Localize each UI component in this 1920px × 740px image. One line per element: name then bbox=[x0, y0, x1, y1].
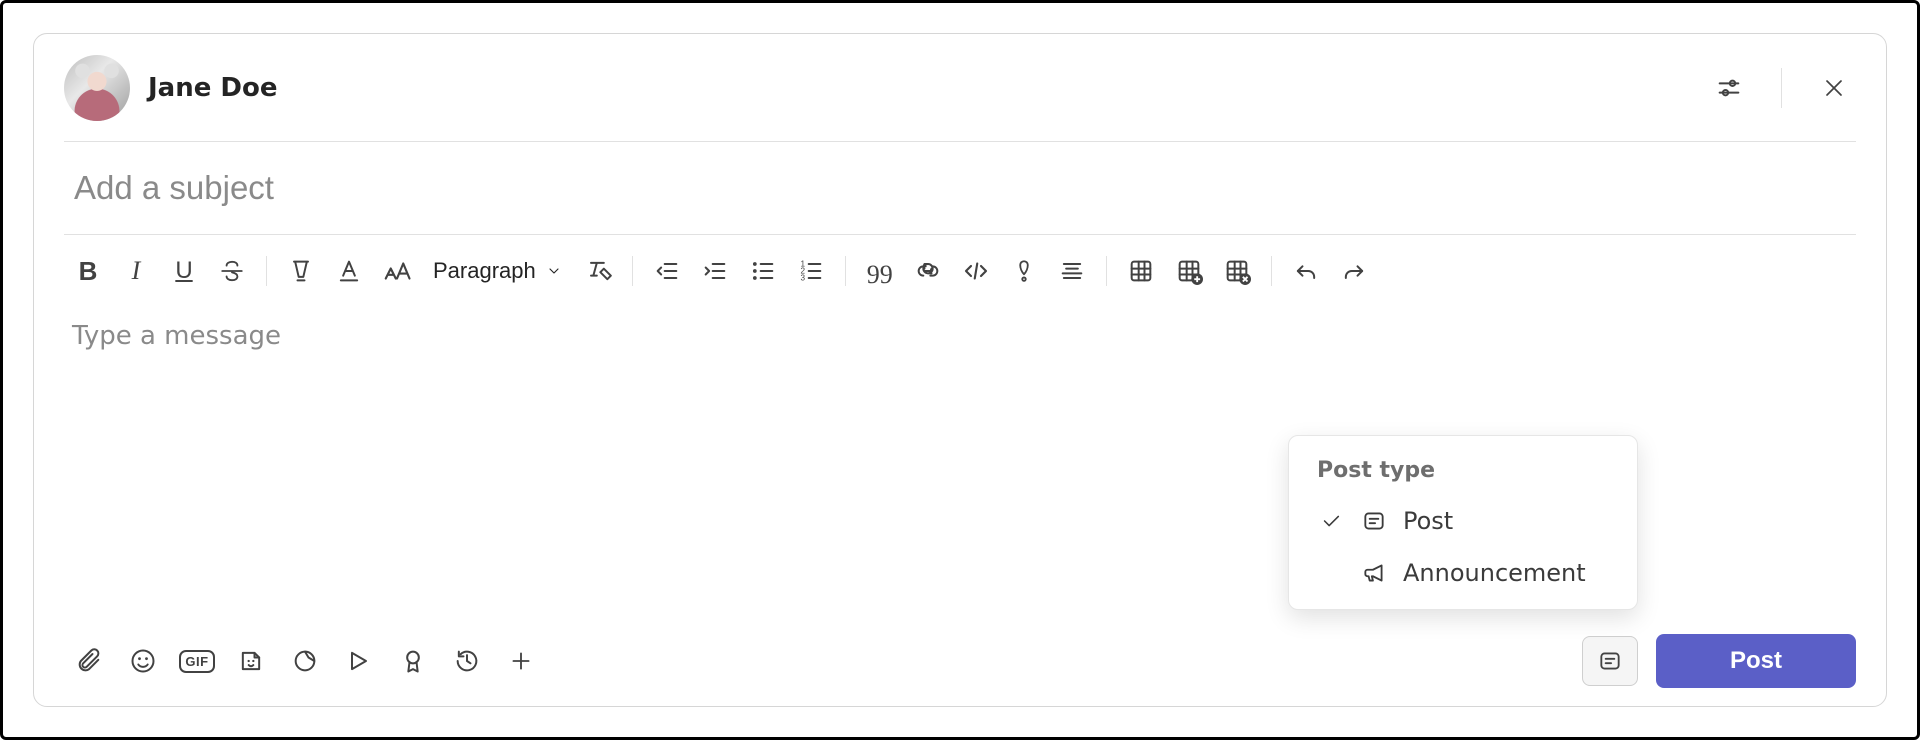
more-actions-button[interactable] bbox=[496, 639, 546, 683]
undo-icon bbox=[1292, 257, 1320, 285]
subject-row bbox=[64, 142, 1856, 235]
post-type-menu: Post type Post Announcement bbox=[1288, 435, 1638, 610]
code-button[interactable] bbox=[952, 249, 1000, 293]
clear-formatting-icon bbox=[584, 257, 612, 285]
check-icon bbox=[1317, 510, 1345, 532]
gif-icon: GIF bbox=[179, 650, 214, 673]
post-type-option-announcement[interactable]: Announcement bbox=[1297, 547, 1629, 599]
horizontal-rule-button[interactable] bbox=[1048, 249, 1096, 293]
megaphone-icon bbox=[1361, 560, 1387, 586]
composer-options-button[interactable] bbox=[1707, 66, 1751, 110]
message-composer: Jane Doe bbox=[33, 33, 1887, 707]
italic-icon: I bbox=[132, 256, 141, 286]
increase-indent-button[interactable] bbox=[691, 249, 739, 293]
post-button[interactable]: Post bbox=[1656, 634, 1856, 688]
underline-button[interactable]: U bbox=[160, 249, 208, 293]
header-separator bbox=[1781, 68, 1782, 108]
table-add-button[interactable] bbox=[1165, 249, 1213, 293]
outdent-icon bbox=[653, 257, 681, 285]
close-button[interactable] bbox=[1812, 66, 1856, 110]
badge-icon bbox=[399, 647, 427, 675]
table-icon bbox=[1127, 257, 1155, 285]
paragraph-style-button[interactable]: Paragraph bbox=[421, 249, 574, 293]
composer-footer: GIF bbox=[64, 626, 1856, 706]
clear-formatting-button[interactable] bbox=[574, 249, 622, 293]
emoji-icon bbox=[129, 647, 157, 675]
table-delete-button[interactable] bbox=[1213, 249, 1261, 293]
strikethrough-button[interactable] bbox=[208, 249, 256, 293]
sticker-icon bbox=[237, 647, 265, 675]
message-placeholder: Type a message bbox=[72, 321, 281, 351]
bold-button[interactable]: B bbox=[64, 249, 112, 293]
quote-icon: 99 bbox=[867, 260, 893, 290]
composer-header: Jane Doe bbox=[64, 34, 1856, 142]
highlighter-icon bbox=[287, 257, 315, 285]
window-frame: Jane Doe bbox=[0, 0, 1920, 740]
link-icon bbox=[914, 257, 942, 285]
undo-button[interactable] bbox=[1282, 249, 1330, 293]
schedule-button[interactable] bbox=[442, 639, 492, 683]
svg-text:3: 3 bbox=[800, 273, 805, 282]
indent-icon bbox=[701, 257, 729, 285]
post-type-menu-title: Post type bbox=[1297, 452, 1629, 495]
plus-icon bbox=[508, 648, 534, 674]
author-avatar bbox=[64, 55, 130, 121]
font-size-button[interactable] bbox=[373, 249, 421, 293]
table-add-icon bbox=[1175, 257, 1203, 285]
redo-button[interactable] bbox=[1330, 249, 1378, 293]
loop-icon bbox=[291, 647, 319, 675]
close-icon bbox=[1822, 76, 1846, 100]
post-type-button[interactable] bbox=[1582, 636, 1638, 686]
important-icon bbox=[1011, 258, 1037, 284]
link-button[interactable] bbox=[904, 249, 952, 293]
post-type-icon bbox=[1597, 648, 1623, 674]
important-button[interactable] bbox=[1000, 249, 1048, 293]
bullet-list-icon bbox=[749, 257, 777, 285]
author-name: Jane Doe bbox=[148, 73, 278, 103]
subject-input[interactable] bbox=[72, 168, 1848, 208]
bulleted-list-button[interactable] bbox=[739, 249, 787, 293]
loop-button[interactable] bbox=[280, 639, 330, 683]
font-color-button[interactable] bbox=[325, 249, 373, 293]
post-type-option-post[interactable]: Post bbox=[1297, 495, 1629, 547]
strikethrough-icon bbox=[219, 258, 245, 284]
sticker-button[interactable] bbox=[226, 639, 276, 683]
horizontal-rule-icon bbox=[1058, 257, 1086, 285]
font-color-icon bbox=[335, 257, 363, 285]
emoji-button[interactable] bbox=[118, 639, 168, 683]
highlight-button[interactable] bbox=[277, 249, 325, 293]
paragraph-style-label: Paragraph bbox=[433, 258, 536, 284]
attach-button[interactable] bbox=[64, 639, 114, 683]
table-delete-icon bbox=[1223, 257, 1251, 285]
code-icon bbox=[961, 256, 991, 286]
stream-icon bbox=[345, 647, 373, 675]
post-type-option-label: Announcement bbox=[1403, 559, 1586, 587]
decrease-indent-button[interactable] bbox=[643, 249, 691, 293]
schedule-icon bbox=[453, 647, 481, 675]
quote-button[interactable]: 99 bbox=[856, 249, 904, 293]
praise-button[interactable] bbox=[388, 639, 438, 683]
post-type-option-label: Post bbox=[1403, 507, 1453, 535]
post-option-icon bbox=[1361, 508, 1387, 534]
italic-button[interactable]: I bbox=[112, 249, 160, 293]
gif-button[interactable]: GIF bbox=[172, 639, 222, 683]
redo-icon bbox=[1340, 257, 1368, 285]
sliders-icon bbox=[1715, 74, 1743, 102]
bold-icon: B bbox=[79, 256, 98, 287]
formatting-toolbar: B I U bbox=[64, 235, 1856, 303]
chevron-down-icon bbox=[546, 263, 562, 279]
numbered-list-button[interactable]: 1 2 3 bbox=[787, 249, 835, 293]
stream-button[interactable] bbox=[334, 639, 384, 683]
font-size-icon bbox=[382, 256, 412, 286]
table-button[interactable] bbox=[1117, 249, 1165, 293]
numbered-list-icon: 1 2 3 bbox=[797, 257, 825, 285]
paperclip-icon bbox=[75, 647, 103, 675]
underline-icon: U bbox=[175, 257, 192, 285]
